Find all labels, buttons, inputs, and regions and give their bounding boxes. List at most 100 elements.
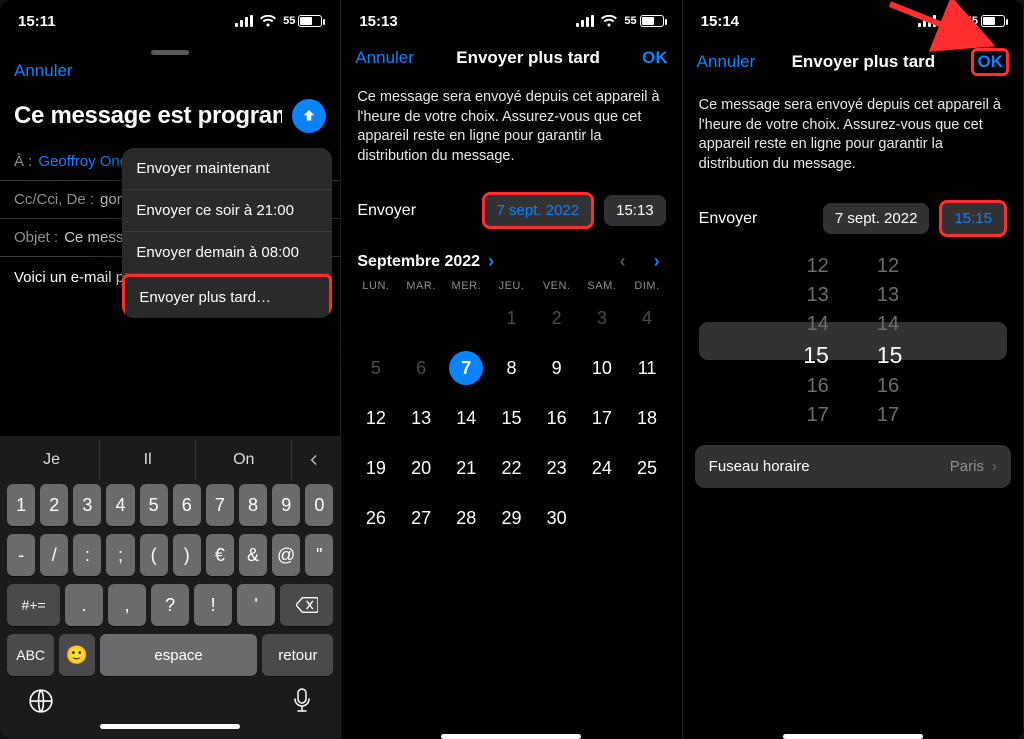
space-key[interactable]: espace (100, 634, 258, 676)
key[interactable]: 2 (40, 484, 68, 526)
calendar-day[interactable]: 24 (579, 446, 624, 490)
calendar-day[interactable]: 29 (489, 496, 534, 540)
home-indicator[interactable] (100, 724, 240, 729)
suggestion-c[interactable]: On (196, 440, 292, 480)
ok-button[interactable]: OK (971, 48, 1009, 76)
calendar-day[interactable]: 19 (353, 446, 398, 490)
calendar-day[interactable]: 28 (444, 496, 489, 540)
dictation-key[interactable] (292, 688, 312, 714)
key[interactable]: @ (272, 534, 300, 576)
key[interactable]: ( (140, 534, 168, 576)
calendar-day[interactable]: 5 (353, 346, 398, 390)
cellular-icon (918, 15, 936, 27)
chevron-right-icon: › (488, 251, 494, 272)
calendar-day[interactable]: 14 (444, 396, 489, 440)
key[interactable]: 6 (173, 484, 201, 526)
info-text: Ce message sera envoyé depuis cet appare… (683, 86, 1023, 192)
key[interactable]: 4 (106, 484, 134, 526)
cancel-button[interactable]: Annuler (14, 61, 73, 81)
key[interactable]: € (206, 534, 234, 576)
cellular-icon (576, 15, 594, 27)
key[interactable]: 9 (272, 484, 300, 526)
next-month-button[interactable]: › (654, 251, 660, 272)
calendar-day[interactable]: 22 (489, 446, 534, 490)
key[interactable]: ) (173, 534, 201, 576)
emoji-key[interactable]: 🙂 (59, 634, 94, 676)
abc-key[interactable]: ABC (7, 634, 54, 676)
send-button[interactable] (292, 99, 326, 133)
calendar-day[interactable]: 20 (399, 446, 444, 490)
status-bar: 15:11 55 (0, 0, 340, 42)
calendar-day[interactable]: 25 (624, 446, 669, 490)
suggestion-a[interactable]: Je (4, 440, 100, 480)
calendar-day[interactable]: 1 (489, 296, 534, 340)
timezone-label: Fuseau horaire (709, 458, 810, 475)
calendar-day[interactable]: 18 (624, 396, 669, 440)
key[interactable]: & (239, 534, 267, 576)
suggestion-b[interactable]: Il (100, 440, 196, 480)
key[interactable]: ' (237, 584, 275, 626)
key[interactable]: 5 (140, 484, 168, 526)
calendar-day[interactable]: 8 (489, 346, 534, 390)
menu-send-later[interactable]: Envoyer plus tard… (122, 274, 332, 318)
calendar-day[interactable]: 27 (399, 496, 444, 540)
date-pill[interactable]: 7 sept. 2022 (482, 192, 595, 229)
key[interactable]: / (40, 534, 68, 576)
calendar-day[interactable]: 9 (534, 346, 579, 390)
prev-month-button[interactable]: ‹ (620, 251, 626, 272)
backspace-key[interactable] (280, 584, 333, 626)
ok-button[interactable]: OK (642, 48, 668, 68)
calendar-day[interactable]: 7 (444, 346, 489, 390)
return-key[interactable]: retour (262, 634, 333, 676)
calendar-day[interactable]: 30 (534, 496, 579, 540)
time-pill[interactable]: 15:13 (604, 195, 666, 226)
calendar-day[interactable]: 21 (444, 446, 489, 490)
key[interactable]: . (65, 584, 103, 626)
timezone-row[interactable]: Fuseau horaire Paris › (695, 445, 1011, 488)
key[interactable]: 1 (7, 484, 35, 526)
key[interactable]: - (7, 534, 35, 576)
key[interactable]: : (73, 534, 101, 576)
calendar-day[interactable]: 11 (624, 346, 669, 390)
month-label[interactable]: Septembre 2022 (357, 253, 480, 271)
info-text: Ce message sera envoyé depuis cet appare… (341, 78, 681, 184)
calendar-day[interactable]: 3 (579, 296, 624, 340)
calendar-day[interactable]: 13 (399, 396, 444, 440)
key[interactable]: 7 (206, 484, 234, 526)
collapse-suggestions-button[interactable] (292, 440, 336, 480)
calendar-day[interactable]: 4 (624, 296, 669, 340)
alt-symbols-key[interactable]: #+= (7, 584, 60, 626)
key[interactable]: ? (151, 584, 189, 626)
calendar-day[interactable]: 17 (579, 396, 624, 440)
home-indicator[interactable] (441, 734, 581, 739)
key[interactable]: 8 (239, 484, 267, 526)
calendar-day[interactable]: 15 (489, 396, 534, 440)
key[interactable]: , (108, 584, 146, 626)
send-row: Envoyer 7 sept. 2022 15:13 (341, 184, 681, 237)
menu-send-now[interactable]: Envoyer maintenant (122, 148, 332, 190)
cancel-button[interactable]: Annuler (697, 52, 756, 72)
calendar-day[interactable]: 26 (353, 496, 398, 540)
menu-send-tomorrow[interactable]: Envoyer demain à 08:00 (122, 232, 332, 274)
key[interactable]: ! (194, 584, 232, 626)
date-pill[interactable]: 7 sept. 2022 (823, 203, 930, 234)
key[interactable]: 0 (305, 484, 333, 526)
home-indicator[interactable] (783, 734, 923, 739)
battery-icon (298, 15, 322, 27)
calendar-day[interactable]: 10 (579, 346, 624, 390)
key[interactable]: 3 (73, 484, 101, 526)
calendar-day[interactable]: 2 (534, 296, 579, 340)
time-wheel-picker[interactable]: 121314151617 121314151617 (699, 251, 1007, 431)
menu-send-tonight[interactable]: Envoyer ce soir à 21:00 (122, 190, 332, 232)
key[interactable]: " (305, 534, 333, 576)
key[interactable]: ; (106, 534, 134, 576)
calendar-day[interactable]: 6 (399, 346, 444, 390)
calendar-day[interactable]: 23 (534, 446, 579, 490)
globe-key[interactable] (28, 688, 54, 714)
sheet-title: Envoyer plus tard (414, 48, 642, 68)
time-pill[interactable]: 15:15 (939, 200, 1007, 237)
cancel-button[interactable]: Annuler (355, 48, 414, 68)
calendar-day[interactable]: 16 (534, 396, 579, 440)
battery-icon (981, 15, 1005, 27)
calendar-day[interactable]: 12 (353, 396, 398, 440)
